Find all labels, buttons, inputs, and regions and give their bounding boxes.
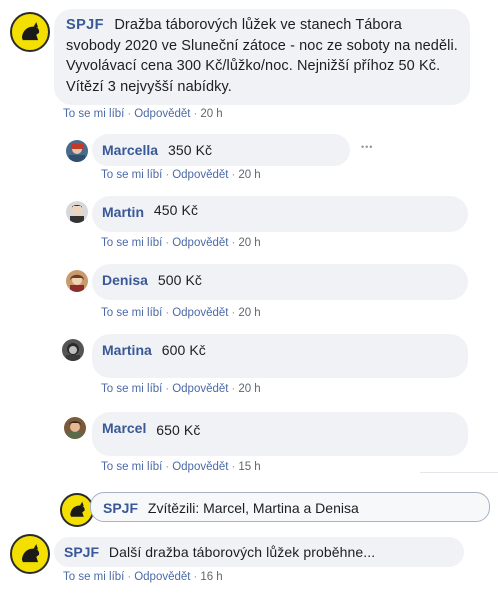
winner-reply-bubble: SPJF Zvítězili: Marcel, Martina a Denisa (90, 492, 490, 522)
next-post-author[interactable]: SPJF (64, 544, 99, 560)
spjf-logo-avatar[interactable] (10, 534, 50, 574)
next-post-text: Další dražba táborových lůžek proběhne..… (108, 544, 376, 560)
reply-link[interactable]: Odpovědět (134, 108, 190, 120)
next-post-bubble: SPJF Další dražba táborových lůžek probě… (54, 537, 464, 567)
reply-text: Zvítězili: Marcel, Martina a Denisa (147, 500, 359, 516)
like-link[interactable]: To se mi líbí (101, 383, 162, 395)
reply-bubble-denisa: Denisa 500 Kč (92, 264, 468, 300)
reply-actions-denisa: To se mi líbí · Odpovědět · 20 h (101, 307, 261, 319)
like-link[interactable]: To se mi líbí (101, 307, 162, 319)
timestamp[interactable]: 16 h (200, 571, 222, 583)
reply-text: 650 Kč (156, 422, 201, 438)
more-options-icon[interactable]: ••• (361, 142, 373, 152)
reply-bubble-martina: Martina 600 Kč (92, 334, 468, 378)
thread-divider (420, 472, 498, 473)
like-link[interactable]: To se mi líbí (101, 237, 162, 249)
like-link[interactable]: To se mi líbí (63, 571, 124, 583)
reply-author[interactable]: Marcel (102, 420, 146, 436)
like-link[interactable]: To se mi líbí (101, 169, 162, 181)
reply-bubble-marcella: Marcella 350 Kč (92, 134, 350, 166)
marcel-avatar[interactable] (64, 417, 86, 439)
like-link[interactable]: To se mi líbí (63, 108, 124, 120)
spjf-logo-avatar-small[interactable] (60, 493, 94, 527)
reply-link[interactable]: Odpovědět (172, 383, 228, 395)
reply-author[interactable]: Marcella (102, 142, 158, 158)
reply-bubble-marcel: Marcel 650 Kč (92, 412, 468, 456)
timestamp[interactable]: 20 h (238, 307, 260, 319)
reply-text: 500 Kč (157, 272, 202, 288)
like-link[interactable]: To se mi líbí (101, 461, 162, 473)
main-post-text: Dražba táborových lůžek ve stanech Tábor… (66, 17, 458, 95)
reply-actions-marcella: To se mi líbí · Odpovědět · 20 h (101, 169, 261, 181)
reply-actions-martin: To se mi líbí · Odpovědět · 20 h (101, 237, 261, 249)
reply-author[interactable]: Martina (102, 342, 152, 358)
martin-avatar[interactable] (66, 201, 88, 223)
reply-author[interactable]: Denisa (102, 272, 148, 288)
main-post-bubble: SPJF Dražba táborových lůžek ve stanech … (54, 9, 470, 105)
reply-actions-martina: To se mi líbí · Odpovědět · 20 h (101, 383, 261, 395)
reply-author[interactable]: Martin (102, 204, 144, 220)
reply-author[interactable]: SPJF (103, 500, 138, 516)
main-post-author[interactable]: SPJF (66, 17, 104, 33)
reply-bubble-martin: Martin 450 Kč (92, 196, 468, 232)
reply-actions-marcel: To se mi líbí · Odpovědět · 15 h (101, 461, 261, 473)
timestamp[interactable]: 20 h (238, 237, 260, 249)
reply-text: 350 Kč (167, 142, 213, 158)
martina-avatar[interactable] (62, 339, 84, 361)
reply-link[interactable]: Odpovědět (172, 237, 228, 249)
timestamp[interactable]: 15 h (238, 461, 260, 473)
next-post-actions: To se mi líbí · Odpovědět · 16 h (63, 571, 223, 583)
reply-text: 600 Kč (161, 342, 206, 358)
reply-link[interactable]: Odpovědět (172, 461, 228, 473)
reply-text: 450 Kč (153, 202, 199, 218)
denisa-avatar[interactable] (66, 270, 88, 292)
marcella-avatar[interactable] (66, 140, 88, 162)
spjf-logo-avatar[interactable] (10, 12, 50, 52)
reply-link[interactable]: Odpovědět (172, 307, 228, 319)
main-post-actions: To se mi líbí · Odpovědět · 20 h (63, 108, 223, 120)
reply-link[interactable]: Odpovědět (172, 169, 228, 181)
reply-link[interactable]: Odpovědět (134, 571, 190, 583)
timestamp[interactable]: 20 h (200, 108, 222, 120)
timestamp[interactable]: 20 h (238, 169, 260, 181)
timestamp[interactable]: 20 h (238, 383, 260, 395)
